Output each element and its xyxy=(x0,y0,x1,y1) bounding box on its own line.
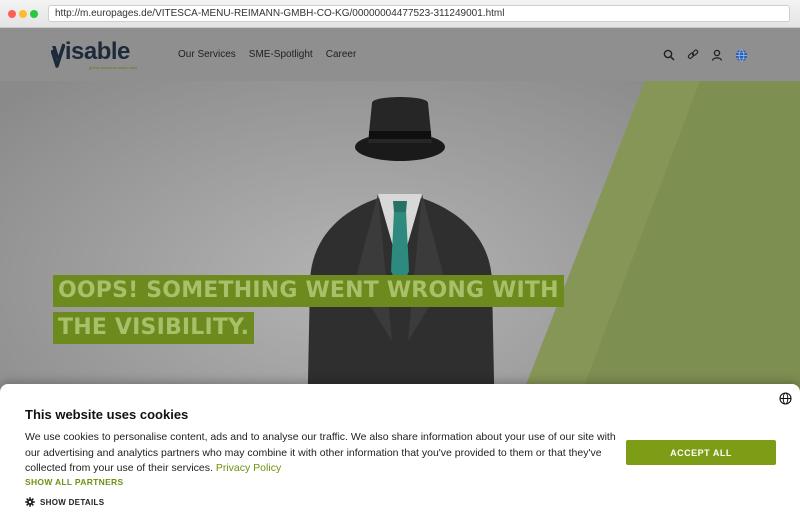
globe-icon[interactable] xyxy=(732,46,750,64)
browser-toolbar: http://m.europages.de/VITESCA-MENU-REIMA… xyxy=(0,0,800,28)
nav-career[interactable]: Career xyxy=(326,49,357,60)
cookie-body-text: We use cookies to personalise content, a… xyxy=(25,431,616,474)
gear-icon xyxy=(25,497,35,507)
maximize-window-button[interactable] xyxy=(30,10,38,18)
minimize-window-button[interactable] xyxy=(19,10,27,18)
search-icon[interactable] xyxy=(660,46,678,64)
site-header: visable global business made easy Our Se… xyxy=(0,28,800,81)
language-globe-icon[interactable] xyxy=(779,392,792,410)
headline-line-2: THE VISIBILITY. xyxy=(53,312,255,344)
cookie-description: We use cookies to personalise content, a… xyxy=(25,430,620,477)
header-icons xyxy=(654,46,750,64)
link-icon[interactable] xyxy=(684,46,702,64)
user-icon[interactable] xyxy=(708,46,726,64)
close-window-button[interactable] xyxy=(8,10,16,18)
headline-line-1: OOPS! SOMETHING WENT WRONG WITH xyxy=(53,275,564,307)
hero-headline: OOPS! SOMETHING WENT WRONG WITH THE VISI… xyxy=(53,275,564,349)
logo-tagline: global business made easy xyxy=(89,65,138,70)
show-details-toggle[interactable]: SHOW DETAILS xyxy=(25,497,104,507)
nav-sme-spotlight[interactable]: SME-Spotlight xyxy=(249,49,313,60)
logo-wordmark: visable xyxy=(52,38,130,65)
nav-our-services[interactable]: Our Services xyxy=(178,49,236,60)
show-all-partners-link[interactable]: SHOW ALL PARTNERS xyxy=(25,477,123,487)
cookie-consent-banner: This website uses cookies We use cookies… xyxy=(0,384,800,528)
visable-logo[interactable]: visable global business made easy xyxy=(51,38,142,72)
cookie-title: This website uses cookies xyxy=(25,407,189,422)
show-details-label: SHOW DETAILS xyxy=(40,497,105,507)
main-nav: Our Services SME-Spotlight Career xyxy=(178,28,369,81)
privacy-policy-link[interactable]: Privacy Policy xyxy=(216,462,281,474)
address-bar[interactable]: http://m.europages.de/VITESCA-MENU-REIMA… xyxy=(48,5,790,22)
accept-all-button[interactable]: ACCEPT ALL xyxy=(626,440,776,465)
